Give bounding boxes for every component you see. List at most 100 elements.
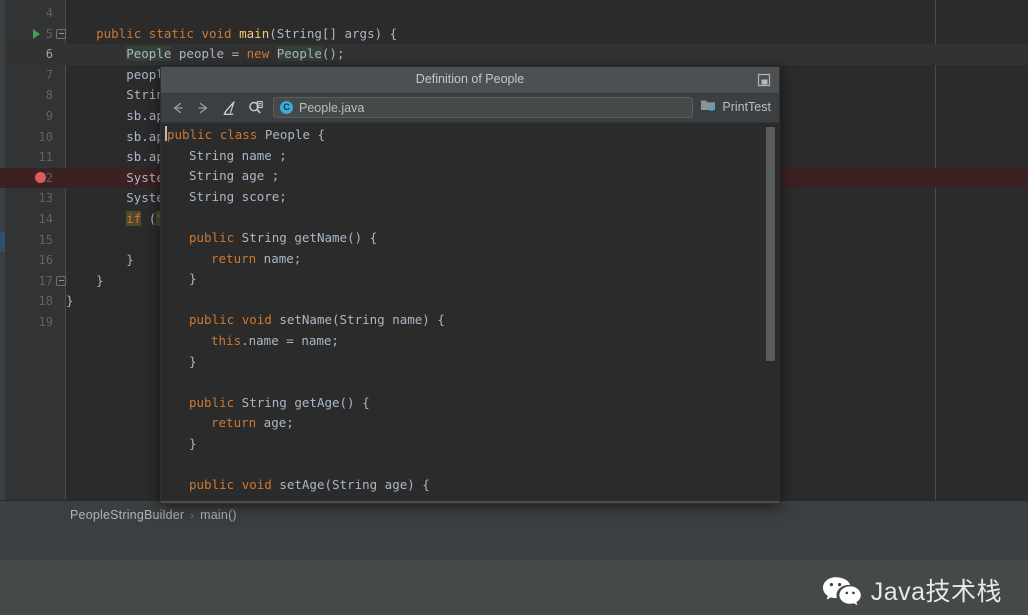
popup-code-line: String name ;: [189, 146, 287, 167]
code-token: public: [167, 127, 212, 142]
line-text: People people = new People();: [66, 44, 344, 65]
code-token: String getAge() {: [234, 395, 369, 410]
run-gutter-icon[interactable]: [33, 29, 40, 39]
code-token: String name ;: [189, 148, 287, 163]
code-token: [66, 211, 126, 226]
module-chip[interactable]: PrintTest: [700, 98, 771, 115]
breadcrumb-class[interactable]: PeopleStringBuilder: [70, 508, 184, 522]
code-token: return: [211, 251, 256, 266]
code-token: People: [126, 46, 171, 61]
breadcrumb[interactable]: PeopleStringBuilder›main(): [70, 508, 237, 522]
line-number: 17: [5, 271, 53, 292]
code-token: Syste: [126, 190, 164, 205]
code-token: this: [211, 333, 241, 348]
code-token: void: [242, 312, 272, 327]
code-token: [66, 149, 126, 164]
code-token: setName(String name) {: [272, 312, 445, 327]
code-token: sb.ap: [126, 129, 164, 144]
popup-bottom-edge: [161, 501, 780, 503]
line-number: 8: [5, 85, 53, 106]
code-token: void: [242, 477, 272, 492]
line-text: Syste: [66, 168, 164, 189]
line-number: 11: [5, 147, 53, 168]
line-text: Strin: [66, 85, 164, 106]
code-token: static: [149, 26, 194, 41]
code-token: public: [189, 230, 234, 245]
code-token: sb.ap: [126, 108, 164, 123]
line-text: }: [66, 271, 104, 292]
code-token: new: [247, 46, 270, 61]
code-token: [66, 129, 126, 144]
code-token: [66, 190, 126, 205]
code-token: .name = name;: [241, 333, 339, 348]
code-token: People: [277, 46, 322, 61]
code-token: [66, 26, 96, 41]
module-folder-icon: [700, 98, 716, 115]
code-token: public: [189, 312, 234, 327]
line-text: }: [66, 291, 74, 312]
arrow-right-icon[interactable]: [194, 99, 212, 117]
code-token: [269, 46, 277, 61]
breadcrumb-method[interactable]: main(): [200, 508, 237, 522]
popup-code-line: String score;: [189, 187, 287, 208]
line-text: if (": [66, 209, 164, 230]
pencil-icon[interactable]: [221, 99, 239, 117]
code-token: String: [234, 230, 294, 245]
line-text: sb.ap: [66, 106, 164, 127]
popup-header[interactable]: Definition of People: [161, 67, 779, 94]
code-token: people =: [171, 46, 246, 61]
code-fold-icon[interactable]: [56, 29, 66, 39]
line-text: peopl: [66, 65, 164, 86]
watermark-text: Java技术栈: [871, 572, 1002, 608]
breadcrumb-bar: PeopleStringBuilder›main(): [0, 500, 1028, 531]
line-text: sb.ap: [66, 147, 164, 168]
popup-scrollbar-thumb[interactable]: [766, 127, 775, 361]
breadcrumb-separator-icon: ›: [184, 510, 200, 522]
popup-code-line: public void setAge(String age) {: [189, 475, 430, 496]
code-token: () {: [347, 230, 377, 245]
line-number: 7: [5, 65, 53, 86]
code-token: return: [211, 415, 256, 430]
code-token: [232, 26, 240, 41]
code-token: }: [189, 354, 197, 369]
popup-code-line: return age;: [211, 413, 294, 434]
popup-code-line: }: [189, 269, 197, 290]
code-token: [234, 312, 242, 327]
code-token: [66, 67, 126, 82]
code-token: void: [201, 26, 231, 41]
popup-toolbar[interactable]: C People.java PrintTest: [161, 94, 779, 123]
popup-code-line: public String getName() {: [189, 228, 377, 249]
code-token: ();: [322, 46, 345, 61]
restore-window-icon[interactable]: [757, 73, 771, 87]
editor-line: 5 public static void main(String[] args)…: [0, 24, 1028, 45]
code-fold-icon[interactable]: [56, 276, 66, 286]
code-token: name;: [256, 251, 301, 266]
line-number: 10: [5, 127, 53, 148]
code-token: if: [126, 211, 141, 226]
line-number: 5: [5, 24, 53, 45]
ide-window: 45 public static void main(String[] args…: [0, 0, 1028, 615]
code-token: peopl: [126, 67, 164, 82]
definition-popup[interactable]: Definition of People: [160, 66, 780, 504]
popup-code-line: this.name = name;: [211, 331, 339, 352]
find-usages-icon[interactable]: [247, 99, 265, 117]
code-token: sb.ap: [126, 149, 164, 164]
code-token: setAge(String age) {: [272, 477, 430, 492]
code-token: [66, 46, 126, 61]
file-path-field[interactable]: C People.java: [273, 97, 693, 118]
line-number: 14: [5, 209, 53, 230]
file-name-label: People.java: [299, 101, 364, 115]
code-token: Syste: [126, 170, 164, 185]
popup-code-view[interactable]: public class People {String name ;String…: [161, 123, 779, 504]
code-token: People {: [257, 127, 325, 142]
code-token: [66, 108, 126, 123]
arrow-left-icon[interactable]: [169, 99, 187, 117]
line-text: public static void main(String[] args) {: [66, 24, 397, 45]
code-token: }: [66, 293, 74, 308]
popup-code-line: }: [189, 434, 197, 455]
code-token: [212, 127, 220, 142]
editor-line: 6 People people = new People();: [0, 44, 1028, 65]
popup-code-line: }: [189, 352, 197, 373]
popup-code-line: return name;: [211, 249, 301, 270]
code-token: String age ;: [189, 168, 279, 183]
